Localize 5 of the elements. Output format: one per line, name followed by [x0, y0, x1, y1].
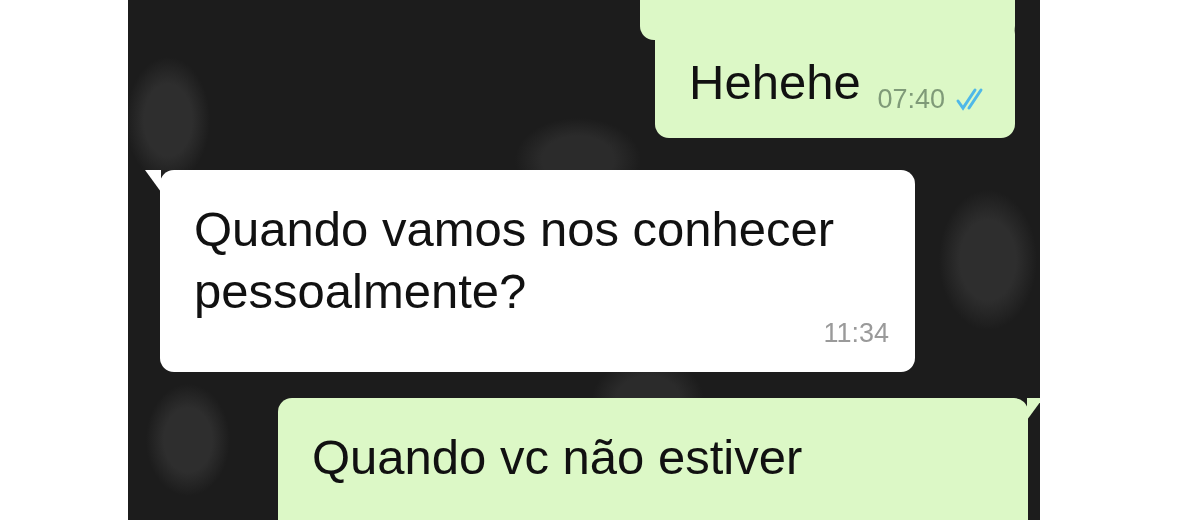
message-time: 07:40 — [877, 83, 945, 116]
message-time: 11:34 — [823, 317, 889, 350]
message-text: Quando vc não estiver — [312, 429, 803, 486]
message-text: Quando vamos nos conhecer pessoalmente? — [194, 201, 836, 320]
message-text: Hehehe — [689, 54, 861, 111]
